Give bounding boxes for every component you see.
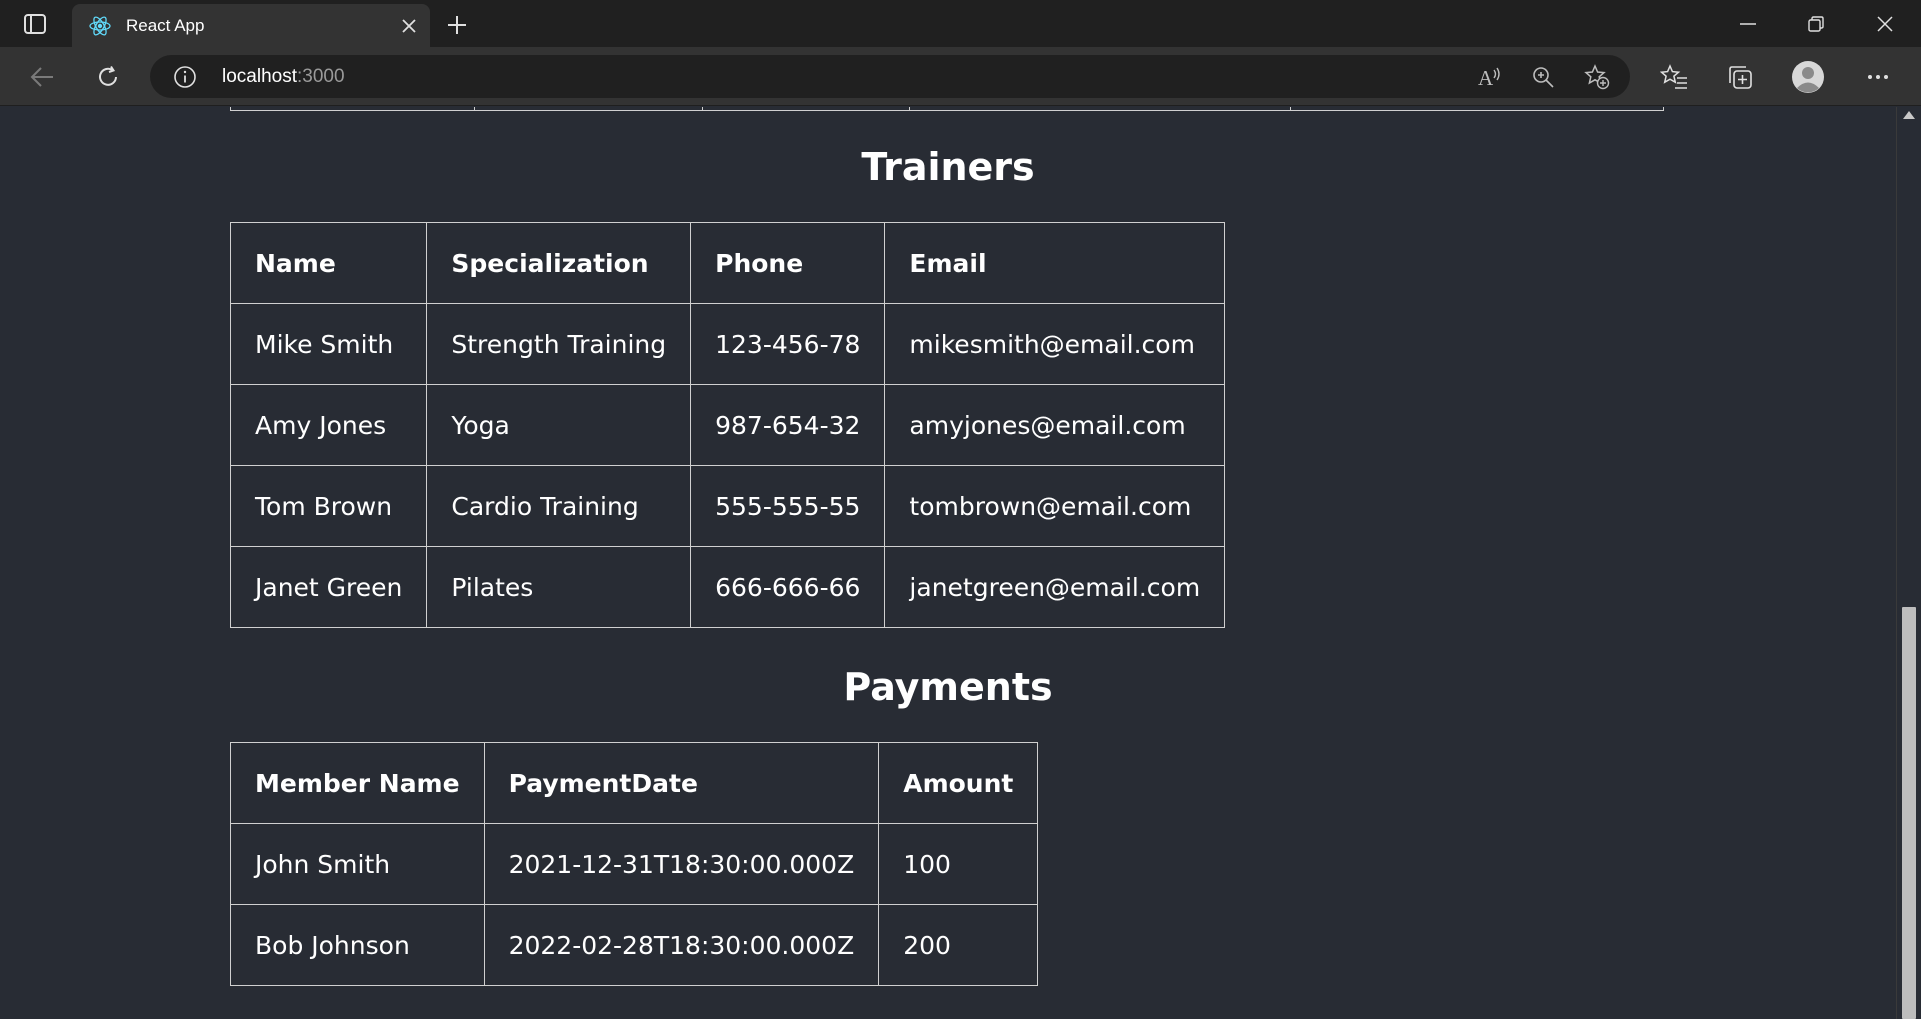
favorites-icon[interactable]	[1656, 59, 1692, 95]
browser-title-bar: React App	[0, 0, 1921, 47]
column-header: Phone	[690, 222, 886, 304]
read-aloud-icon[interactable]: A	[1475, 62, 1505, 92]
site-info-icon[interactable]	[172, 64, 198, 90]
scrollbar-thumb[interactable]	[1902, 607, 1916, 1019]
url-host: localhost	[222, 66, 297, 87]
restore-icon[interactable]	[1782, 0, 1850, 47]
address-bar[interactable]: localhost:3000 A	[150, 55, 1630, 98]
column-header: PaymentDate	[483, 742, 880, 824]
table-cell: amyjones@email.com	[884, 384, 1226, 466]
collections-icon[interactable]	[1722, 59, 1758, 95]
column-header: Amount	[878, 742, 1039, 824]
new-tab-icon[interactable]	[442, 10, 472, 40]
tab-actions-icon[interactable]	[18, 11, 52, 37]
table-cell: Mike Smith	[229, 303, 428, 385]
table-row: Mike Smith Strength Training 123-456-78 …	[229, 303, 1226, 385]
table-cell: Yoga	[426, 384, 692, 466]
refresh-icon[interactable]	[90, 59, 126, 95]
table-row: Bob Johnson 2022-02-28T18:30:00.000Z 200	[230, 904, 1039, 986]
table-cell: janetgreen@email.com	[884, 546, 1226, 628]
svg-text:A: A	[1478, 66, 1494, 89]
tab-title: React App	[126, 15, 205, 35]
column-header: Specialization	[426, 222, 692, 304]
url-text[interactable]: localhost:3000	[222, 66, 345, 88]
trainers-table: Name Specialization Phone Email Mike Smi…	[229, 222, 1226, 628]
zoom-icon[interactable]	[1528, 62, 1558, 92]
table-cell: 666-666-66	[690, 546, 886, 628]
close-tab-icon[interactable]	[396, 13, 422, 39]
table-cell: 123-456-78	[690, 303, 886, 385]
page-viewport: Trainers Name Specialization Phone Email…	[0, 107, 1896, 1019]
star-plus-icon[interactable]	[1582, 62, 1612, 92]
url-port: :3000	[297, 66, 345, 87]
table-row: Tom Brown Cardio Training 555-555-55 tom…	[229, 465, 1226, 547]
table-cell: Janet Green	[229, 546, 428, 628]
minimize-icon[interactable]	[1714, 0, 1782, 47]
trainers-title: Trainers	[861, 145, 1035, 189]
table-header-row: Name Specialization Phone Email	[229, 222, 1226, 304]
profile-icon[interactable]	[1790, 59, 1826, 95]
table-cell: Tom Brown	[229, 465, 428, 547]
table-row: Janet Green Pilates 666-666-66 janetgree…	[229, 546, 1226, 628]
table-cell: mikesmith@email.com	[884, 303, 1226, 385]
react-logo-icon	[88, 14, 112, 38]
column-header: Member Name	[230, 742, 485, 824]
previous-table-bottom-edge	[230, 107, 1664, 111]
table-cell: Amy Jones	[229, 384, 428, 466]
table-row: John Smith 2021-12-31T18:30:00.000Z 100	[230, 823, 1039, 905]
table-cell: Pilates	[426, 546, 692, 628]
table-header-row: Member Name PaymentDate Amount	[230, 742, 1039, 824]
table-row: Amy Jones Yoga 987-654-32 amyjones@email…	[229, 384, 1226, 466]
table-cell: 2021-12-31T18:30:00.000Z	[483, 823, 880, 905]
table-cell: John Smith	[230, 823, 485, 905]
table-cell: Strength Training	[426, 303, 692, 385]
back-icon[interactable]	[24, 59, 60, 95]
browser-tab[interactable]: React App	[72, 4, 430, 47]
more-icon[interactable]	[1860, 59, 1896, 95]
table-cell: 2022-02-28T18:30:00.000Z	[483, 904, 880, 986]
browser-toolbar: localhost:3000 A	[0, 47, 1921, 106]
vertical-scrollbar[interactable]	[1896, 107, 1921, 1019]
table-cell: 987-654-32	[690, 384, 886, 466]
close-window-icon[interactable]	[1851, 0, 1919, 47]
table-cell: tombrown@email.com	[884, 465, 1226, 547]
table-cell: Cardio Training	[426, 465, 692, 547]
column-header: Email	[884, 222, 1226, 304]
column-header: Name	[229, 222, 428, 304]
scroll-up-arrow-icon[interactable]	[1903, 111, 1915, 119]
table-cell: Bob Johnson	[230, 904, 485, 986]
table-cell: 555-555-55	[690, 465, 886, 547]
table-cell: 200	[878, 904, 1039, 986]
payments-table: Member Name PaymentDate Amount John Smit…	[230, 742, 1039, 986]
table-cell: 100	[878, 823, 1039, 905]
payments-title: Payments	[843, 665, 1053, 709]
